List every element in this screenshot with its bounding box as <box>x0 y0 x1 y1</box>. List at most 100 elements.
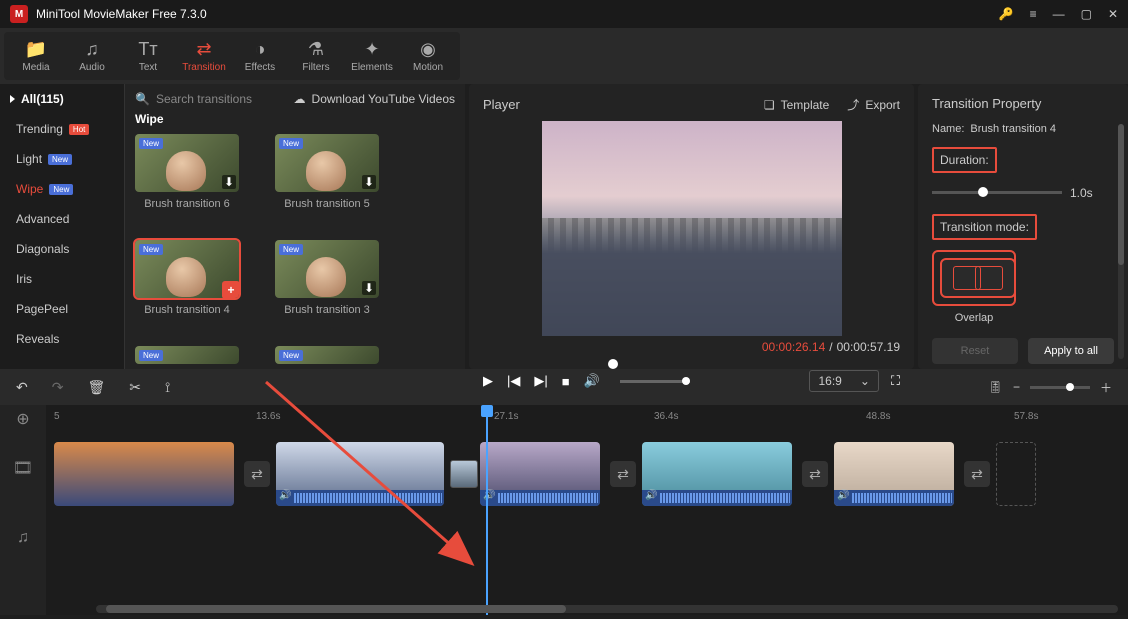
delete-button[interactable]: 🗑 <box>87 379 105 396</box>
sidebar-item-pagepeel[interactable]: PagePeel <box>0 294 124 324</box>
chevron-down-icon: ⌄ <box>860 374 870 388</box>
transition-slot-4[interactable]: ⇄ <box>964 461 990 487</box>
search-icon: 🔍 <box>135 92 150 106</box>
clip-2[interactable] <box>276 442 444 506</box>
download-icon[interactable]: ⬇ <box>362 175 376 189</box>
transition-applied[interactable] <box>450 460 478 488</box>
download-youtube-link[interactable]: ☁ Download YouTube Videos <box>294 92 455 106</box>
tool-audio[interactable]: ♫Audio <box>64 36 120 76</box>
undo-button[interactable]: ↶ <box>16 379 28 396</box>
sidebar-item-wipe[interactable]: WipeNew <box>0 174 124 204</box>
duration-slider[interactable] <box>932 191 1062 194</box>
download-icon[interactable]: ⬇ <box>222 175 236 189</box>
close-icon[interactable]: ✕ <box>1108 7 1118 21</box>
sidebar-header[interactable]: All(115) <box>0 84 124 114</box>
redo-button[interactable]: ↷ <box>52 379 64 396</box>
playhead[interactable] <box>486 405 488 615</box>
template-button[interactable]: ❏Template <box>764 96 829 113</box>
filters-icon: ⚗ <box>308 39 324 60</box>
app-logo: M <box>10 5 28 23</box>
property-panel: Transition Property Name:Brush transitio… <box>918 84 1128 369</box>
prop-name-value: Brush transition 4 <box>970 123 1056 135</box>
crop-button[interactable]: ⟟ <box>165 379 170 396</box>
thumb-partial[interactable]: New <box>275 346 379 364</box>
aspect-ratio-select[interactable]: 16:9 ⌄ <box>809 370 878 392</box>
thumb-brush-transition-3[interactable]: New⬇Brush transition 3 <box>275 240 379 316</box>
sidebar-item-diagonals[interactable]: Diagonals <box>0 234 124 264</box>
clip-3[interactable] <box>480 442 600 506</box>
clip-5[interactable] <box>834 442 954 506</box>
cloud-download-icon: ☁ <box>294 92 306 106</box>
tool-media[interactable]: 📁Media <box>8 36 64 76</box>
audio-meter-icon[interactable]: 🎚 <box>988 380 1003 394</box>
prev-frame-button[interactable]: |◀ <box>507 373 520 389</box>
player-panel: Player ❏Template ⤴Export 00:00:26.14 / 0… <box>469 84 914 369</box>
sidebar-item-reveals[interactable]: Reveals <box>0 324 124 354</box>
video-track[interactable]: ⇄ ⇄ ⇄ ⇄ <box>46 433 1128 515</box>
transition-slot-1[interactable]: ⇄ <box>244 461 270 487</box>
new-badge: New <box>279 244 303 255</box>
tool-elements[interactable]: ✦Elements <box>344 36 400 76</box>
volume-slider[interactable] <box>620 380 690 383</box>
music-icon: ♫ <box>85 39 99 60</box>
new-badge: New <box>139 244 163 255</box>
reset-button[interactable]: Reset <box>932 338 1018 364</box>
text-icon: Tᴛ <box>138 39 157 60</box>
export-icon: ⤴ <box>847 96 859 113</box>
tool-text[interactable]: TᴛText <box>120 36 176 76</box>
tool-transition[interactable]: ⇄Transition <box>176 36 232 76</box>
minimize-icon[interactable]: — <box>1053 7 1065 21</box>
video-preview[interactable] <box>483 121 900 336</box>
app-title: MiniTool MovieMaker Free 7.3.0 <box>36 7 999 21</box>
thumb-partial[interactable]: New <box>135 346 239 364</box>
volume-icon[interactable]: 🔊 <box>584 373 600 389</box>
time-total: 00:00:57.19 <box>837 340 900 354</box>
clip-empty[interactable] <box>996 442 1036 506</box>
duration-value: 1.0s <box>1070 186 1093 200</box>
duration-label: Duration: <box>932 147 997 173</box>
export-button[interactable]: ⤴Export <box>847 96 900 113</box>
fullscreen-button[interactable]: ⛶ <box>891 373 900 389</box>
sidebar-item-iris[interactable]: Iris <box>0 264 124 294</box>
property-scrollbar[interactable] <box>1118 124 1124 359</box>
thumb-brush-transition-6[interactable]: New⬇Brush transition 6 <box>135 134 239 210</box>
next-frame-button[interactable]: ▶| <box>534 373 547 389</box>
tool-effects[interactable]: ◑Effects <box>232 36 288 76</box>
menu-icon[interactable]: ≡ <box>1030 7 1037 21</box>
timeline-scrollbar[interactable] <box>96 605 1118 613</box>
transition-slot-3[interactable]: ⇄ <box>802 461 828 487</box>
zoom-slider[interactable] <box>1030 386 1090 389</box>
thumb-brush-transition-4[interactable]: New+Brush transition 4 <box>135 240 239 316</box>
sidebar-item-trending[interactable]: TrendingHot <box>0 114 124 144</box>
add-track-button[interactable]: ⊕ <box>0 405 46 433</box>
sidebar-item-advanced[interactable]: Advanced <box>0 204 124 234</box>
mode-label: Transition mode: <box>932 214 1037 240</box>
zoom-out-button[interactable]: − <box>1013 380 1020 394</box>
tool-motion[interactable]: ◉Motion <box>400 36 456 76</box>
play-button[interactable]: ▶ <box>483 373 493 389</box>
tool-filters[interactable]: ⚗Filters <box>288 36 344 76</box>
maximize-icon[interactable]: ▢ <box>1081 7 1092 21</box>
transition-slot-2[interactable]: ⇄ <box>610 461 636 487</box>
stop-button[interactable]: ■ <box>562 374 570 389</box>
clip-4[interactable] <box>642 442 792 506</box>
key-icon[interactable]: 🔑 <box>999 7 1014 21</box>
search-transitions[interactable]: 🔍 Search transitions <box>135 92 286 106</box>
time-current: 00:00:26.14 <box>762 340 825 354</box>
thumb-brush-transition-5[interactable]: New⬇Brush transition 5 <box>275 134 379 210</box>
cut-button[interactable]: ✂ <box>129 379 141 396</box>
motion-icon: ◉ <box>420 39 436 60</box>
badge: New <box>49 184 73 195</box>
add-icon[interactable]: + <box>222 281 239 298</box>
mode-overlap[interactable] <box>940 258 1016 298</box>
sidebar-item-light[interactable]: LightNew <box>0 144 124 174</box>
timeline-ruler[interactable]: 5 13.6s 27.1s 36.4s 48.8s 57.8s <box>46 405 1128 433</box>
download-icon[interactable]: ⬇ <box>362 281 376 295</box>
new-badge: New <box>279 138 303 149</box>
video-track-icon: 🎞 <box>0 433 46 503</box>
apply-all-button[interactable]: Apply to all <box>1028 338 1114 364</box>
zoom-in-button[interactable]: ＋ <box>1100 379 1112 396</box>
transition-gallery: 🔍 Search transitions ☁ Download YouTube … <box>125 84 465 369</box>
mode-overlap-label: Overlap <box>932 312 1016 324</box>
clip-1[interactable] <box>54 442 234 506</box>
